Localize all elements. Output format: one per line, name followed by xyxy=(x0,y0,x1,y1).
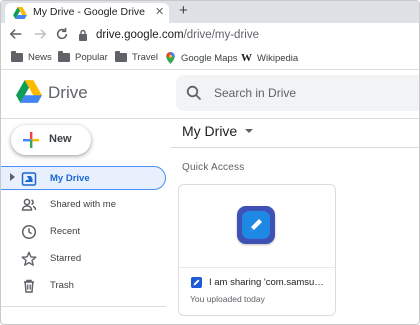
sidebar-item-label: My Drive xyxy=(50,173,90,184)
sidebar-item-label: Shared with me xyxy=(50,199,117,210)
forward-arrow-icon[interactable] xyxy=(33,27,47,41)
folder-icon xyxy=(11,51,23,62)
clock-icon xyxy=(21,224,37,240)
file-type-icon xyxy=(191,277,202,288)
samsung-notes-icon xyxy=(237,206,275,244)
google-drive-icon xyxy=(13,7,27,19)
url-path: /drive/my-drive xyxy=(183,29,259,41)
bookmark-label: News xyxy=(28,52,52,63)
bookmark-label: Travel xyxy=(132,52,159,63)
drive-header: Drive Search in Drive xyxy=(1,70,419,119)
people-icon xyxy=(21,198,37,211)
page-title: My Drive xyxy=(182,123,238,139)
tab-title: My Drive - Google Drive xyxy=(33,6,146,18)
sidebar-divider xyxy=(1,306,166,307)
url-host: drive.google.com xyxy=(96,29,184,41)
url-text: drive.google.com/drive/my-drive xyxy=(96,29,259,41)
sidebar-item-trash[interactable]: Trash xyxy=(1,274,166,298)
new-button[interactable]: New xyxy=(11,125,91,155)
sidebar-item-shared-with-me[interactable]: Shared with me xyxy=(1,193,166,217)
expand-arrow-icon[interactable] xyxy=(10,173,15,181)
sidebar-item-label: Starred xyxy=(50,253,82,264)
card-divider xyxy=(179,267,335,268)
new-tab-button[interactable]: + xyxy=(179,2,188,19)
browser-window: My Drive - Google Drive ✕ + drive.google… xyxy=(0,0,420,325)
quick-access-heading: Quick Access xyxy=(182,162,245,173)
main-divider xyxy=(171,147,419,148)
star-icon xyxy=(21,251,37,266)
new-button-label: New xyxy=(49,133,72,145)
bookmark-popular[interactable]: Popular xyxy=(58,51,108,63)
folder-icon xyxy=(115,51,127,62)
bookmark-label: Popular xyxy=(75,52,108,63)
my-drive-icon xyxy=(21,172,37,186)
address-bar[interactable]: drive.google.com/drive/my-drive xyxy=(76,27,416,45)
reload-icon[interactable] xyxy=(55,27,69,41)
bookmark-google-maps[interactable]: Google Maps xyxy=(165,52,238,64)
quick-access-file-card[interactable]: I am sharing 'com.samsung... You uploade… xyxy=(178,184,336,316)
my-drive-menu[interactable]: My Drive xyxy=(182,123,254,139)
bookmarks-bar: News Popular Travel Google Maps W Wikipe… xyxy=(1,49,419,70)
bookmark-news[interactable]: News xyxy=(11,51,52,63)
file-thumbnail xyxy=(179,185,335,267)
bookmark-label: Google Maps xyxy=(181,52,238,64)
sidebar-item-recent[interactable]: Recent xyxy=(1,220,166,244)
file-name: I am sharing 'com.samsung... xyxy=(209,277,329,288)
lock-icon xyxy=(79,29,87,41)
trash-icon xyxy=(24,279,34,293)
pencil-icon xyxy=(250,219,262,231)
tab-strip: My Drive - Google Drive ✕ + xyxy=(1,1,419,23)
wikipedia-icon: W xyxy=(241,52,252,64)
bookmark-travel[interactable]: Travel xyxy=(115,51,159,63)
chevron-down-icon xyxy=(245,129,254,133)
bookmark-wikipedia[interactable]: W Wikipedia xyxy=(241,52,298,64)
close-tab-icon[interactable]: ✕ xyxy=(155,5,164,18)
sidebar-item-label: Trash xyxy=(50,280,74,291)
drive-logo-icon[interactable] xyxy=(16,80,42,103)
search-bar[interactable]: Search in Drive xyxy=(176,75,419,111)
app-title: Drive xyxy=(48,83,88,102)
folder-icon xyxy=(58,51,70,62)
bookmark-label: Wikipedia xyxy=(257,52,299,64)
search-input[interactable]: Search in Drive xyxy=(214,86,296,100)
search-icon[interactable] xyxy=(186,85,202,101)
sidebar-item-label: Recent xyxy=(50,226,81,237)
file-subtitle: You uploaded today xyxy=(190,294,265,304)
back-arrow-icon[interactable] xyxy=(9,27,23,41)
plus-icon xyxy=(23,132,39,148)
google-maps-icon xyxy=(166,52,175,64)
sidebar-item-my-drive[interactable]: My Drive xyxy=(1,166,166,190)
sidebar-item-starred[interactable]: Starred xyxy=(1,247,166,271)
browser-toolbar: drive.google.com/drive/my-drive xyxy=(1,23,419,49)
browser-tab[interactable]: My Drive - Google Drive ✕ xyxy=(5,3,169,23)
